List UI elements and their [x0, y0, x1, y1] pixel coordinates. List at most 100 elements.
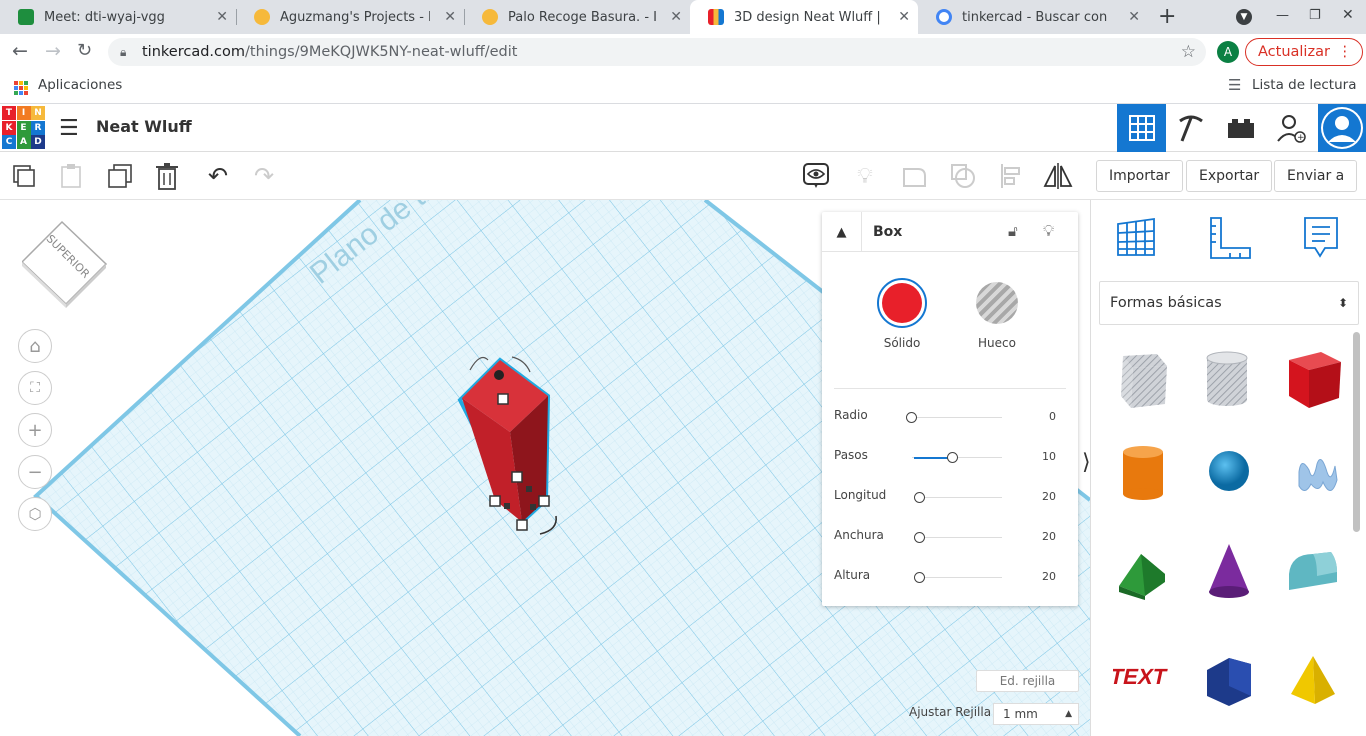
tab-search-icon[interactable]: ▼	[1236, 9, 1252, 25]
close-icon[interactable]: ✕	[1128, 9, 1140, 25]
bricks-button[interactable]	[1216, 104, 1266, 152]
shape-box-hole[interactable]	[1113, 350, 1169, 414]
lock-icon[interactable]: 🔒︎	[120, 38, 126, 66]
shape-box[interactable]	[1287, 348, 1343, 414]
param-slider-knob[interactable]	[914, 492, 925, 503]
bookmark-star-icon[interactable]: ☆	[1181, 38, 1196, 66]
ruler-tool-button[interactable]	[1208, 216, 1252, 264]
notes-button[interactable]	[800, 160, 832, 192]
home-view-button[interactable]: ⌂	[18, 329, 52, 363]
snap-grid-select[interactable]: 1 mm ▲	[993, 703, 1079, 725]
url-input[interactable]: 🔒︎ tinkercad.com/things/9MeKQJWK5NY-neat…	[108, 38, 1206, 66]
close-icon[interactable]: ✕	[670, 9, 682, 25]
duplicate-button[interactable]	[104, 160, 136, 192]
group-button[interactable]	[898, 160, 930, 192]
view-cube[interactable]: SUPERIOR	[20, 220, 108, 308]
notes-tool-button[interactable]	[1303, 216, 1339, 264]
design-list-icon[interactable]: ☰	[59, 116, 79, 141]
paste-button[interactable]	[55, 160, 87, 192]
mirror-button[interactable]	[1042, 160, 1074, 192]
fit-view-button[interactable]: ⛶	[18, 371, 52, 405]
update-button[interactable]: Actualizar ⋮	[1245, 38, 1363, 66]
param-slider-track[interactable]	[920, 537, 1002, 538]
close-icon[interactable]: ✕	[444, 9, 456, 25]
ungroup-button[interactable]	[947, 160, 979, 192]
copy-button[interactable]	[8, 160, 40, 192]
redo-icon[interactable]: ↷	[248, 160, 280, 192]
new-tab-button[interactable]: +	[1158, 4, 1176, 29]
reading-list-link[interactable]: Lista de lectura	[1252, 77, 1356, 93]
workplane-tool-button[interactable]	[1115, 216, 1157, 262]
zoom-out-button[interactable]: −	[18, 455, 52, 489]
shape-round-roof[interactable]	[1287, 550, 1339, 600]
param-value[interactable]: 20	[1042, 490, 1056, 503]
forward-icon[interactable]: →	[45, 40, 61, 62]
param-slider-knob[interactable]	[914, 572, 925, 583]
tab-palo[interactable]: Palo Recoge Basura. - Ins ✕	[464, 0, 690, 34]
shape-scribble[interactable]	[1293, 450, 1341, 504]
window-close-icon[interactable]: ✕	[1342, 7, 1354, 23]
tab-google[interactable]: tinkercad - Buscar con Go ✕	[918, 0, 1148, 34]
undo-icon[interactable]: ↶	[202, 160, 234, 192]
export-button[interactable]: Exportar	[1186, 160, 1273, 192]
solid-color-button[interactable]	[877, 278, 927, 328]
send-to-button[interactable]: Enviar a	[1274, 160, 1358, 192]
tab-meet[interactable]: Meet: dti-wyaj-vgg ✕	[0, 0, 236, 34]
zoom-in-button[interactable]: +	[18, 413, 52, 447]
apps-bookmark[interactable]: Aplicaciones	[38, 77, 122, 93]
tinkercad-logo[interactable]: T I N K E R C A D	[2, 106, 45, 149]
user-avatar[interactable]	[1318, 104, 1366, 152]
align-button[interactable]	[996, 160, 1028, 192]
google-icon	[936, 9, 952, 25]
param-label: Longitud	[834, 488, 887, 502]
hole-button[interactable]	[976, 282, 1018, 324]
param-slider-track[interactable]	[920, 577, 1002, 578]
shape-cylinder-hole[interactable]	[1203, 350, 1251, 412]
param-value[interactable]: 20	[1042, 530, 1056, 543]
invite-user-button[interactable]: +	[1266, 104, 1316, 152]
hole-label: Hueco	[978, 336, 1016, 350]
reading-list-icon[interactable]: ☰	[1228, 76, 1241, 94]
design-name[interactable]: Neat Wluff	[96, 117, 192, 136]
tab-tinkercad-active[interactable]: 3D design Neat Wluff | Ti ✕	[690, 0, 918, 34]
back-icon[interactable]: ←	[12, 40, 28, 62]
param-value[interactable]: 20	[1042, 570, 1056, 583]
param-slider-knob[interactable]	[914, 532, 925, 543]
import-button[interactable]: Importar	[1096, 160, 1183, 192]
param-slider-knob[interactable]	[946, 452, 958, 463]
scribble-icon	[1298, 459, 1338, 491]
apps-grid-icon[interactable]	[14, 81, 28, 95]
delete-button[interactable]	[151, 160, 183, 192]
reload-icon[interactable]: ↻	[77, 40, 92, 61]
perspective-button[interactable]: ⬡	[18, 497, 52, 531]
close-icon[interactable]: ✕	[216, 9, 228, 25]
param-slider-track[interactable]	[912, 417, 1002, 418]
edit-grid-button[interactable]: Ed. rejilla	[976, 670, 1079, 692]
profile-avatar[interactable]: A	[1217, 41, 1239, 63]
param-value[interactable]: 10	[1042, 450, 1056, 463]
collapse-inspector-icon[interactable]: ▲	[822, 212, 862, 252]
param-slider-track[interactable]	[920, 497, 1002, 498]
param-slider-knob[interactable]	[906, 412, 917, 423]
codeblocks-button[interactable]	[1166, 104, 1216, 152]
shape-cylinder[interactable]	[1119, 444, 1167, 506]
library-scrollbar[interactable]	[1353, 332, 1360, 532]
shape-roof[interactable]	[1115, 546, 1167, 604]
lightbulb-icon[interactable]: 💡︎	[849, 160, 881, 192]
param-value[interactable]: 0	[1049, 410, 1056, 423]
minimize-icon[interactable]: —	[1276, 8, 1289, 23]
lock-icon[interactable]: 🔓︎	[1008, 222, 1018, 240]
shape-sphere[interactable]	[1208, 450, 1250, 496]
tab-projects[interactable]: Aguzmang's Projects - In ✕	[236, 0, 464, 34]
divider	[834, 388, 1066, 389]
3d-view-button[interactable]	[1117, 104, 1166, 152]
restore-icon[interactable]: ❐	[1309, 8, 1321, 23]
shape-text[interactable]: TEXT	[1108, 654, 1170, 698]
collapse-panel-icon[interactable]: ⟩	[1082, 450, 1090, 475]
shape-category-select[interactable]: Formas básicas ⬍	[1099, 281, 1359, 325]
lightbulb-icon[interactable]: 💡︎	[1043, 221, 1054, 241]
shape-wedge[interactable]	[1205, 656, 1255, 712]
shape-pyramid[interactable]	[1289, 654, 1339, 710]
close-icon[interactable]: ✕	[898, 9, 910, 25]
shape-cone[interactable]	[1207, 542, 1251, 604]
